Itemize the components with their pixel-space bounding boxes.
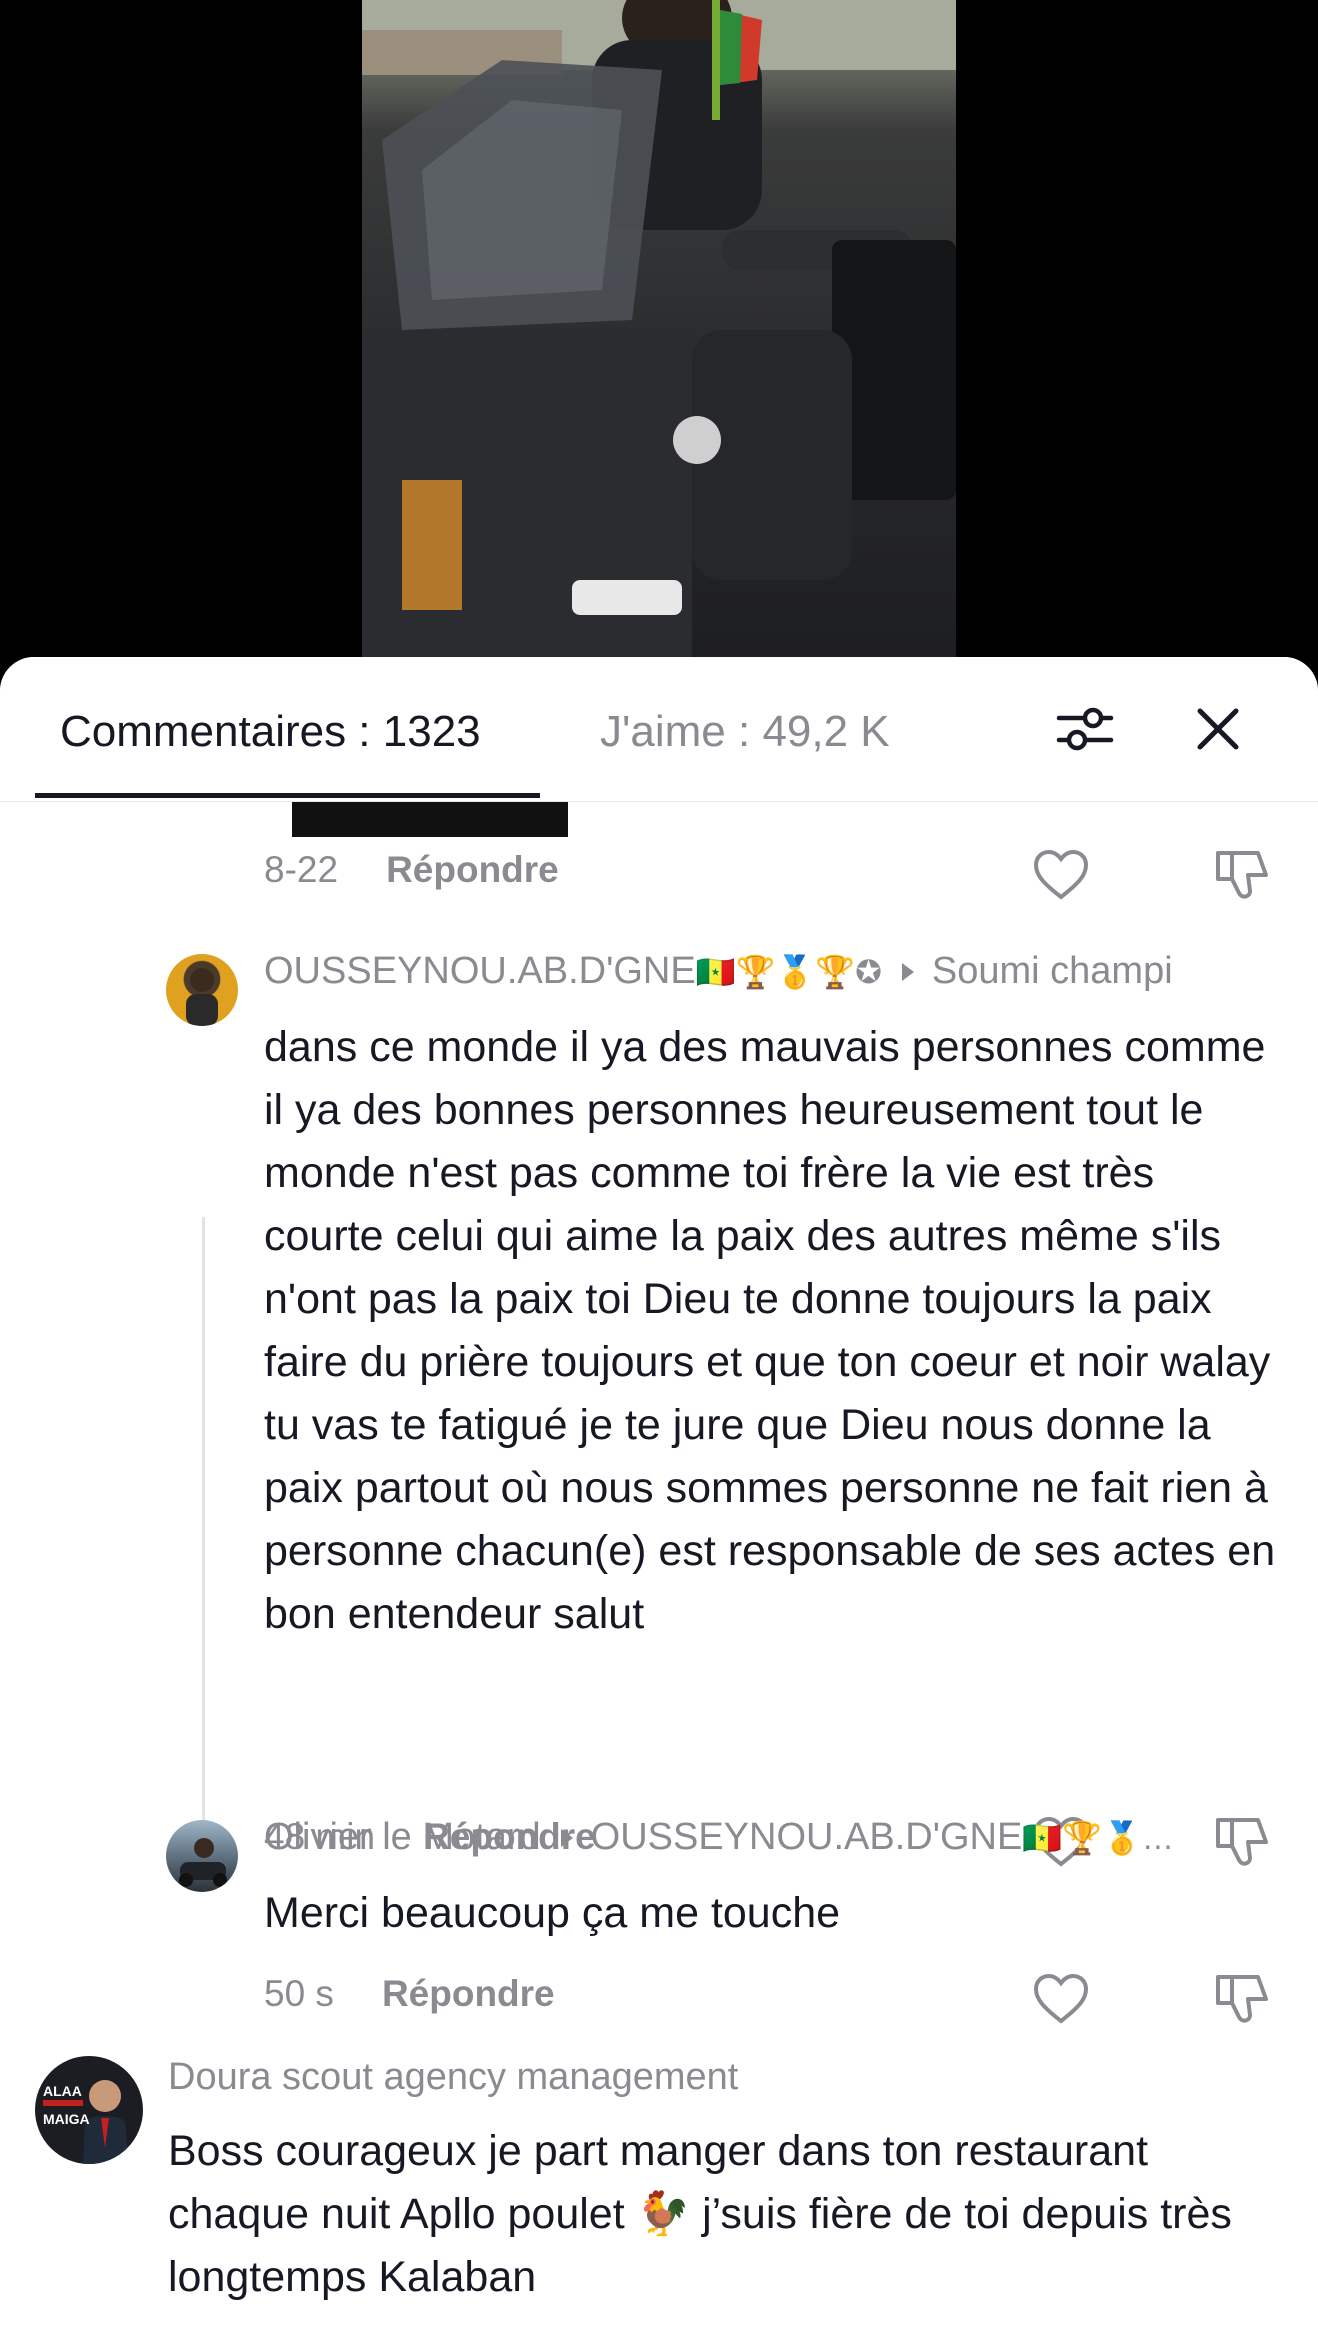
reply-button[interactable]: Répondre	[386, 849, 559, 891]
comment-text: dans ce monde il ya des mauvais personne…	[264, 1023, 1276, 1638]
comments-header: Commentaires : 1323 J'aime : 49,2 K	[0, 657, 1318, 802]
comment-text: Boss courageux je part manger dans ton r…	[168, 2127, 1232, 2301]
video-motorcycle-image	[362, 0, 956, 657]
reply-arrow-icon	[901, 962, 914, 981]
avatar-text-top: ALAA	[43, 2083, 82, 2099]
username-badges: 🇸🇳🏆🥇🏆✪	[695, 953, 882, 990]
close-icon[interactable]	[1188, 699, 1248, 759]
video-player[interactable]	[0, 0, 1318, 657]
avatar[interactable]	[166, 1820, 238, 1892]
reply-arrow-icon	[560, 1828, 573, 1847]
comment-time: 8-22	[264, 849, 339, 890]
dislike-icon[interactable]	[1210, 1812, 1270, 1872]
reply-to-username[interactable]: Soumi champi	[932, 950, 1173, 993]
reply-to-badges: 🇸🇳🏆🥇…	[1022, 1819, 1174, 1856]
avatar[interactable]: ALAA MAIGA	[35, 2056, 143, 2164]
comment-meta: 8-22 Répondre	[264, 845, 559, 895]
tab-likes[interactable]: J'aime : 49,2 K	[600, 707, 890, 757]
active-tab-indicator	[35, 793, 540, 798]
comment-text: Merci beaucoup ça me touche	[264, 1889, 841, 1937]
comment-meta: 50 s Répondre	[264, 1969, 555, 2019]
comment-username[interactable]: Doura scout agency management	[168, 2056, 738, 2099]
comment-image[interactable]	[292, 802, 568, 837]
reply-button[interactable]: Répondre	[382, 1973, 555, 2015]
comment-username-row[interactable]: Olivier le Motard OUSSEYNOU.AB.D'GNE 🇸🇳🏆…	[264, 1816, 1174, 1859]
thread-line	[202, 1217, 205, 1845]
filter-sliders-icon[interactable]	[1055, 699, 1115, 759]
tab-comments[interactable]: Commentaires : 1323	[60, 707, 481, 757]
video-frame[interactable]	[362, 0, 956, 657]
comment-time: 50 s	[264, 1973, 334, 2014]
dislike-icon[interactable]	[1210, 845, 1270, 905]
avatar[interactable]	[166, 954, 238, 1026]
comments-list[interactable]: 8-22 Répondre OUSSEYNOU.AB.D'GNE 🇸🇳🏆🥇🏆✪ …	[0, 802, 1318, 2346]
heart-icon[interactable]	[1031, 1969, 1091, 2029]
comment-username-row[interactable]: Doura scout agency management	[168, 2056, 738, 2099]
avatar-text-bottom: MAIGA	[43, 2111, 90, 2127]
reply-to-username[interactable]: OUSSEYNOU.AB.D'GNE	[591, 1816, 1023, 1859]
dislike-icon[interactable]	[1210, 1969, 1270, 2029]
comments-sheet: Commentaires : 1323 J'aime : 49,2 K 8-22…	[0, 657, 1318, 2346]
heart-icon[interactable]	[1031, 845, 1091, 905]
comment-username[interactable]: OUSSEYNOU.AB.D'GNE	[264, 950, 696, 993]
comment-username[interactable]: Olivier le Motard	[264, 1816, 541, 1859]
comment-username-row[interactable]: OUSSEYNOU.AB.D'GNE 🇸🇳🏆🥇🏆✪ Soumi champi	[264, 950, 1173, 993]
